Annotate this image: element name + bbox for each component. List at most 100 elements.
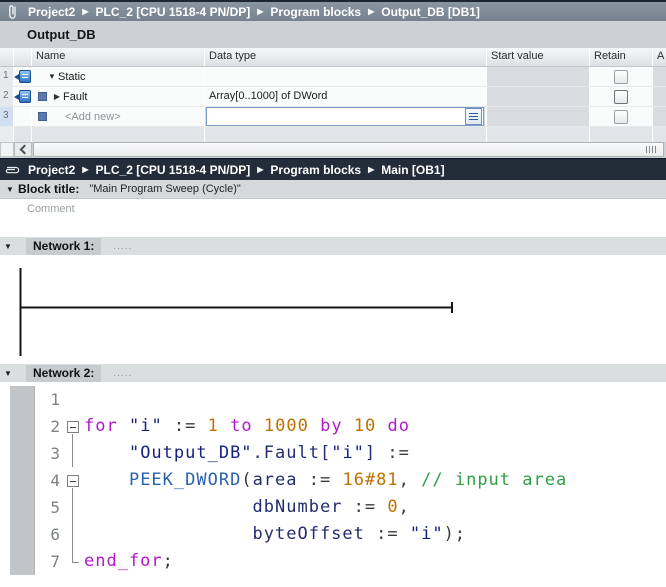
- row-number: 1: [0, 67, 14, 86]
- table-row-add-new[interactable]: 3 <Add new>: [0, 107, 666, 127]
- code-text: PEEK_DWORD(area := 16#81, // input area: [84, 467, 567, 494]
- retain-checkbox[interactable]: [614, 110, 628, 124]
- header-start-value[interactable]: Start value: [487, 48, 590, 66]
- accessible-cell: [653, 67, 666, 86]
- row-number: 2: [0, 87, 14, 106]
- header-data-type[interactable]: Data type: [205, 48, 487, 66]
- ladder-network-drawing[interactable]: [0, 256, 666, 362]
- code-text: end_for;: [84, 548, 174, 575]
- block-comment-placeholder[interactable]: Comment: [27, 203, 75, 215]
- network-comment-dots[interactable]: .....: [113, 241, 132, 252]
- add-new-label[interactable]: <Add new>: [65, 111, 121, 123]
- scroll-left-button[interactable]: [14, 142, 32, 157]
- breadcrumb-item[interactable]: PLC_2 [CPU 1518-4 PN/DP]: [96, 5, 251, 19]
- code-line[interactable]: 6 byteOffset := "i");: [0, 521, 666, 548]
- breadcrumb: Project2 ▶ PLC_2 [CPU 1518-4 PN/DP] ▶ Progra…: [28, 5, 480, 19]
- retain-checkbox[interactable]: [614, 90, 628, 104]
- fold-box-icon[interactable]: [66, 467, 84, 494]
- breadcrumb-item[interactable]: Program blocks: [270, 163, 361, 177]
- variable-data-type[interactable]: Array[0..1000] of DWord: [205, 87, 487, 106]
- row-number: 3: [0, 107, 14, 126]
- breadcrumb: Project2 ▶ PLC_2 [CPU 1518-4 PN/DP] ▶ Progra…: [28, 163, 445, 177]
- line-number: 6: [0, 521, 66, 548]
- breadcrumb-item[interactable]: Main [OB1]: [381, 163, 444, 177]
- code-line[interactable]: 5 dbNumber := 0,: [0, 494, 666, 521]
- block-title-bar: ▼ Block title: "Main Program Sweep (Cycl…: [0, 180, 666, 199]
- data-type-combobox[interactable]: [206, 107, 484, 126]
- expand-collapse-icon[interactable]: ▶: [51, 92, 63, 101]
- breadcrumb-separator-icon: ▶: [82, 7, 88, 16]
- breadcrumb-ob: Project2 ▶ PLC_2 [CPU 1518-4 PN/DP] ▶ Progra…: [0, 158, 666, 180]
- fold-line-icon: [66, 440, 84, 467]
- fold-spacer: [66, 386, 84, 413]
- variable-data-type[interactable]: [205, 67, 487, 86]
- breadcrumb-item[interactable]: Output_DB [DB1]: [381, 5, 480, 19]
- collapse-triangle-icon[interactable]: ▼: [2, 369, 14, 378]
- tia-portal-window: Project2 ▶ PLC_2 [CPU 1518-4 PN/DP] ▶ Progra…: [0, 0, 666, 587]
- table-row[interactable]: 1 ▼ Static: [0, 67, 666, 87]
- breadcrumb-separator-icon: ▶: [82, 165, 88, 174]
- table-header-row: Name Data type Start value Retain A: [0, 48, 666, 67]
- code-line[interactable]: 7 end_for;: [0, 548, 666, 575]
- code-line[interactable]: 4 PEEK_DWORD(area := 16#81, // input are…: [0, 467, 666, 494]
- breadcrumb-db: Project2 ▶ PLC_2 [CPU 1518-4 PN/DP] ▶ Progra…: [0, 0, 666, 21]
- fold-box-icon[interactable]: [66, 413, 84, 440]
- variable-bullet-icon: [38, 112, 47, 121]
- expand-collapse-icon[interactable]: ▼: [46, 72, 58, 81]
- list-icon: [469, 112, 478, 121]
- variable-bullet-icon: [38, 92, 47, 101]
- network-1-label[interactable]: Network 1:: [26, 238, 101, 255]
- db-variable-icon: [14, 87, 31, 106]
- breadcrumb-item[interactable]: Project2: [28, 5, 75, 19]
- scrollbar-corner: [0, 142, 14, 157]
- scl-code-lines: 12for "i" := 1 to 1000 by 10 do3 "Output…: [0, 386, 666, 575]
- scrollbar-thumb[interactable]: [33, 142, 664, 157]
- breadcrumb-item[interactable]: Project2: [28, 163, 75, 177]
- collapse-triangle-icon[interactable]: ▼: [2, 242, 14, 251]
- variable-start-value: [487, 87, 590, 106]
- breadcrumb-separator-icon: ▶: [368, 165, 374, 174]
- network-1-header[interactable]: ▼ Network 1: .....: [0, 237, 666, 255]
- db-variable-icon: [14, 67, 31, 86]
- fold-line-icon: [66, 521, 84, 548]
- paperclip-pin-icon[interactable]: [7, 4, 18, 20]
- variable-name[interactable]: Fault: [63, 91, 87, 103]
- accessible-cell: [653, 87, 666, 106]
- chevron-left-icon: [19, 145, 29, 155]
- data-type-picker-button[interactable]: [465, 108, 482, 125]
- retain-checkbox[interactable]: [614, 70, 628, 84]
- breadcrumb-item[interactable]: PLC_2 [CPU 1518-4 PN/DP]: [96, 163, 251, 177]
- code-text: "Output_DB".Fault["i"] :=: [84, 440, 410, 467]
- header-name[interactable]: Name: [32, 48, 205, 66]
- fold-end-icon: [66, 548, 84, 575]
- line-number: 3: [0, 440, 66, 467]
- line-number: 4: [0, 467, 66, 494]
- scl-code-editor[interactable]: 12for "i" := 1 to 1000 by 10 do3 "Output…: [0, 386, 666, 578]
- table-row[interactable]: 2 ▶ Fault Array[0..1000] of DWord: [0, 87, 666, 107]
- line-number: 7: [0, 548, 66, 575]
- breadcrumb-separator-icon: ▶: [257, 165, 263, 174]
- collapse-triangle-icon[interactable]: ▼: [4, 185, 16, 194]
- fold-line-icon: [66, 494, 84, 521]
- horizontal-scrollbar[interactable]: [0, 142, 666, 158]
- ob-editor-pane: ▼ Block title: "Main Program Sweep (Cycl…: [0, 180, 666, 587]
- header-accessible-partial[interactable]: A: [653, 48, 666, 66]
- code-text: dbNumber := 0,: [84, 494, 410, 521]
- code-text: byteOffset := "i");: [84, 521, 466, 548]
- code-line[interactable]: 3 "Output_DB".Fault["i"] :=: [0, 440, 666, 467]
- block-title-value[interactable]: "Main Program Sweep (Cycle)": [89, 183, 240, 195]
- breadcrumb-item[interactable]: Program blocks: [270, 5, 361, 19]
- code-line[interactable]: 1: [0, 386, 666, 413]
- breadcrumb-separator-icon: ▶: [257, 7, 263, 16]
- code-text: for "i" := 1 to 1000 by 10 do: [84, 413, 410, 440]
- network-comment-dots[interactable]: .....: [113, 368, 132, 379]
- line-number: 1: [0, 386, 66, 413]
- header-retain[interactable]: Retain: [590, 48, 653, 66]
- paperclip-pin-icon[interactable]: [5, 164, 21, 175]
- variable-name[interactable]: Static: [58, 71, 86, 83]
- network-2-header[interactable]: ▼ Network 2: .....: [0, 364, 666, 382]
- breadcrumb-separator-icon: ▶: [368, 7, 374, 16]
- network-2-label[interactable]: Network 2:: [26, 365, 101, 382]
- variable-start-value: [487, 107, 590, 126]
- code-line[interactable]: 2for "i" := 1 to 1000 by 10 do: [0, 413, 666, 440]
